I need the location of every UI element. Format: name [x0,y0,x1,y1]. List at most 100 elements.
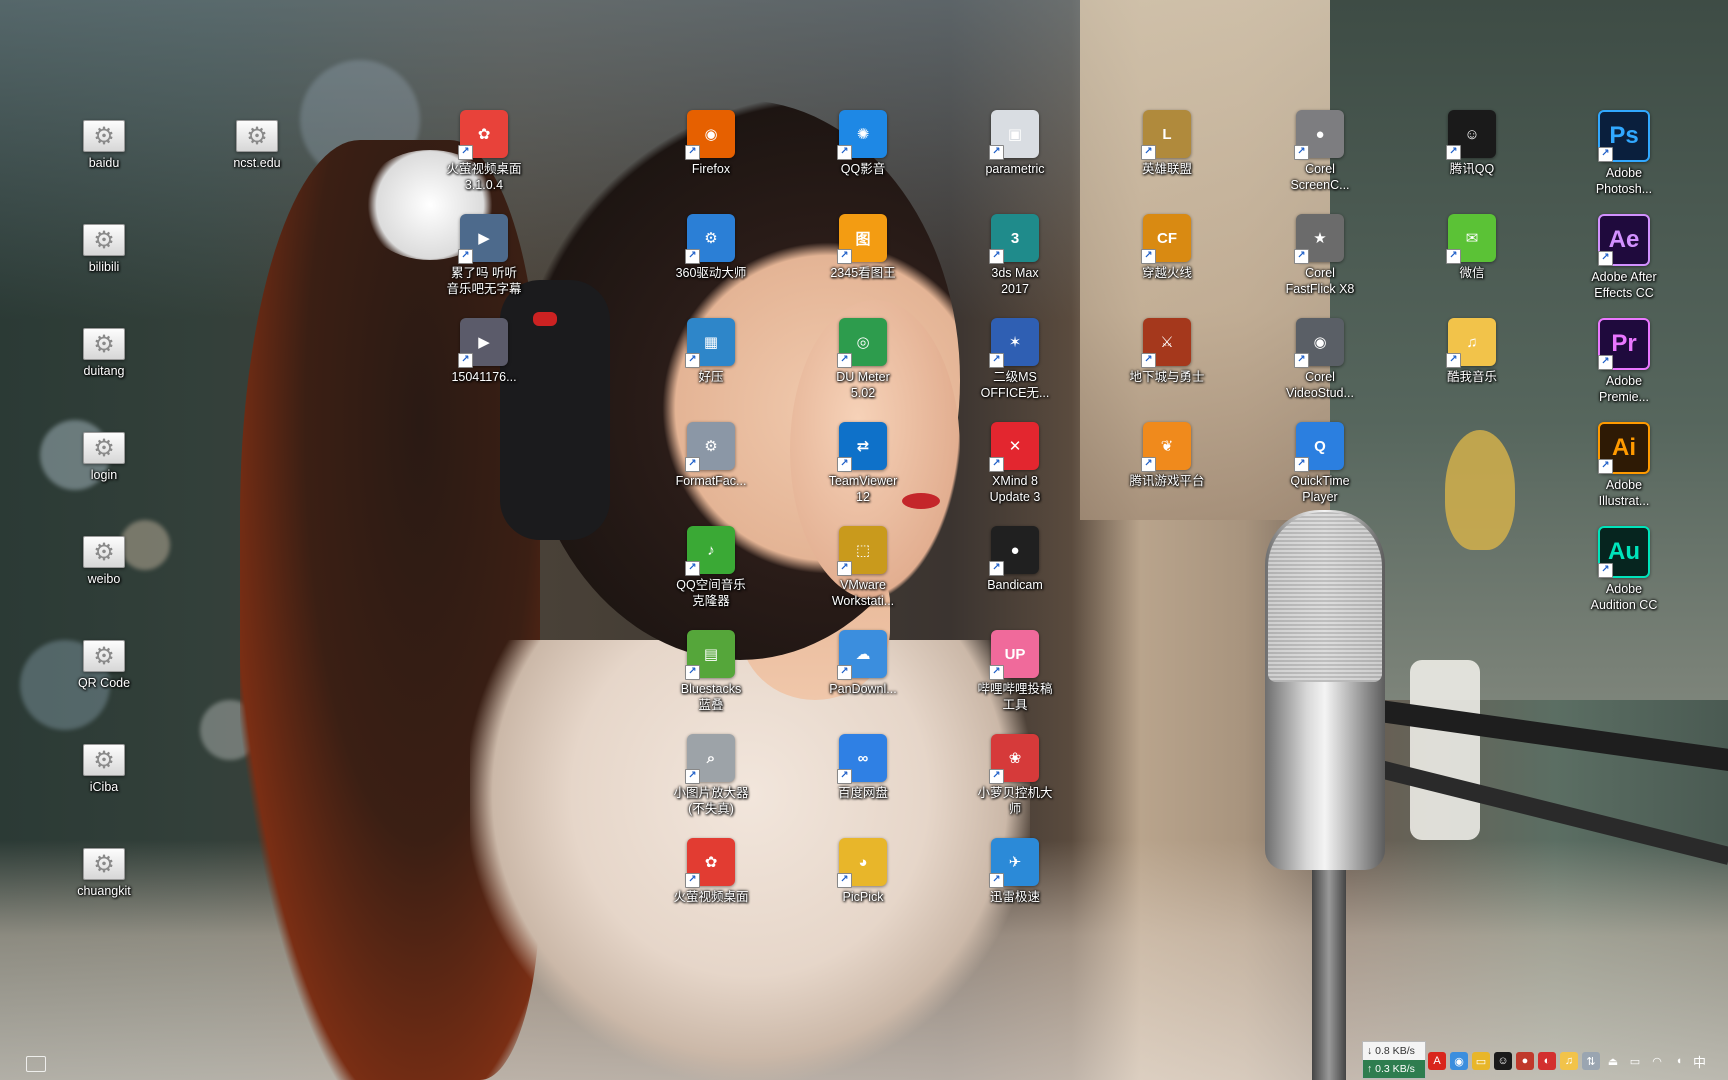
shortcut-arrow-icon: ↗ [685,457,700,472]
corel-videostudio-icon: ◉ ↗ [1294,318,1344,368]
qq-icon: ☺ ↗ [1446,110,1496,160]
desktop-shortcut-label: 迅雷极速 [989,890,1040,904]
desktop-shortcut[interactable]: ⬚ ↗ VMware Workstati... [811,526,915,609]
shortcut-arrow-icon: ↗ [685,249,700,264]
desktop-shortcut[interactable]: Ps ↗ Adobe Photosh... [1572,110,1676,197]
desktop-shortcut[interactable]: Ae ↗ Adobe After Effects CC [1572,214,1676,301]
desktop-shortcut[interactable]: Q ↗ QuickTime Player [1268,422,1372,505]
desktop-shortcut[interactable]: ● ↗ Corel ScreenC... [1268,110,1372,193]
network-speed-meter[interactable]: ↓ 0.8 KB/s ↑ 0.3 KB/s [1362,1041,1426,1079]
wifi-icon[interactable]: ◠ [1648,1052,1666,1070]
quicktime-icon: Q ↗ [1294,422,1344,472]
desktop-shortcut[interactable]: ⚙ QR Code [52,630,156,691]
picpick-icon: ◕ ↗ [837,838,887,888]
desktop-shortcut[interactable]: ❦ ↗ 腾讯游戏平台 [1115,422,1219,489]
desktop-shortcut[interactable]: ♫ ↗ 酷我音乐 [1420,318,1524,385]
desktop-shortcut[interactable]: ✿ ↗ 火萤视频桌面 3.1.0.4 [432,110,536,193]
desktop-shortcut[interactable]: ♪ ↗ QQ空间音乐 克隆器 [659,526,763,609]
desktop-shortcut-label: Adobe Premie... [1598,374,1649,404]
desktop-shortcut[interactable]: ⌕ ↗ 小图片放大器 (不失真) [659,734,763,817]
usb-icon[interactable]: ⏏ [1604,1052,1622,1070]
desktop-shortcut-label: 微信 [1459,266,1485,280]
shortcut-arrow-icon: ↗ [1294,353,1309,368]
desktop-shortcut[interactable]: CF ↗ 穿越火线 [1115,214,1219,281]
netease-music-icon[interactable]: ◐ [1538,1052,1556,1070]
desktop-shortcut[interactable]: ✿ ↗ 火萤视频桌面 [659,838,763,905]
desktop-shortcut[interactable]: ◕ ↗ PicPick [811,838,915,905]
desktop-shortcut[interactable]: ✺ ↗ QQ影音 [811,110,915,177]
input-method-indicator[interactable]: 中 [1693,1052,1706,1071]
desktop-shortcut-label: QQ影音 [840,162,886,176]
task-view-icon[interactable] [26,1056,46,1072]
desktop-shortcut[interactable]: ⚙ ↗ FormatFac... [659,422,763,489]
desktop-shortcut[interactable]: ⚙ chuangkit [52,838,156,899]
desktop-shortcut[interactable]: ▤ ↗ Bluestacks 蓝叠 [659,630,763,713]
shortcut-arrow-icon: ↗ [837,145,852,160]
record-icon[interactable]: ● [1516,1052,1534,1070]
desktop-shortcut[interactable]: ⇄ ↗ TeamViewer 12 [811,422,915,505]
desktop-shortcut[interactable]: ▦ ↗ 好压 [659,318,763,385]
qq-tray-icon[interactable]: ☺ [1494,1052,1512,1070]
desktop-shortcut[interactable]: Pr ↗ Adobe Premie... [1572,318,1676,405]
desktop-shortcut[interactable]: Ai ↗ Adobe Illustrat... [1572,422,1676,509]
shortcut-arrow-icon: ↗ [1141,145,1156,160]
chrome-icon[interactable]: ◉ [1450,1052,1468,1070]
volume-icon[interactable]: ◖ [1670,1052,1688,1070]
desktop-shortcut-label: 2345看图王 [830,266,896,280]
desktop-shortcut[interactable]: ⚙ bilibili [52,214,156,275]
battery-icon[interactable]: ▭ [1626,1052,1644,1070]
desktop-shortcut-label: Corel ScreenC... [1290,162,1350,192]
desktop-shortcut[interactable]: ❀ ↗ 小萝贝控机大 师 [963,734,1067,817]
desktop-shortcut[interactable]: ◉ ↗ Corel VideoStud... [1268,318,1372,401]
shortcut-arrow-icon: ↗ [837,561,852,576]
desktop-shortcut[interactable]: ✶ ↗ 二级MS OFFICE无... [963,318,1067,401]
desktop-shortcut[interactable]: ✕ ↗ XMind 8 Update 3 [963,422,1067,505]
desktop-shortcut[interactable]: ⚙ iCiba [52,734,156,795]
network-flow-icon[interactable]: ⇅ [1582,1052,1600,1070]
desktop-shortcut-label: 腾讯QQ [1449,162,1495,176]
desktop-shortcut[interactable]: ∞ ↗ 百度网盘 [811,734,915,801]
desktop-shortcut[interactable]: ▶ ↗ 15041176... [432,318,536,385]
desktop-shortcut[interactable]: UP ↗ 哔哩哔哩投稿 工具 [963,630,1067,713]
tencent-game-icon: ❦ ↗ [1141,422,1191,472]
desktop-shortcut[interactable]: ✉ ↗ 微信 [1420,214,1524,281]
desktop-shortcut[interactable]: ◉ ↗ Firefox [659,110,763,177]
desktop-shortcut[interactable]: 图 ↗ 2345看图王 [811,214,915,281]
corel-fastflick-icon: ★ ↗ [1294,214,1344,264]
desktop-shortcut[interactable]: ✈ ↗ 迅雷极速 [963,838,1067,905]
desktop-shortcut[interactable]: ⚔ ↗ 地下城与勇士 [1115,318,1219,385]
acrobat-icon[interactable]: A [1428,1052,1446,1070]
desktop-shortcut[interactable]: Au ↗ Adobe Audition CC [1572,526,1676,613]
shortcut-arrow-icon: ↗ [837,769,852,784]
desktop-shortcut-label: parametric [985,162,1045,176]
parametric-icon: ▣ ↗ [989,110,1039,160]
desktop-shortcut-label: login [90,468,118,482]
desktop-shortcut[interactable]: L ↗ 英雄联盟 [1115,110,1219,177]
kuwo-tray-icon[interactable]: ♫ [1560,1052,1578,1070]
desktop-shortcut[interactable]: ⚙ ↗ 360驱动大师 [659,214,763,281]
premiere-icon: Pr ↗ [1598,318,1650,370]
haozip-icon: ▦ ↗ [685,318,735,368]
desktop-shortcut[interactable]: ☁ ↗ PanDownl... [811,630,915,697]
desktop-shortcut-label: QuickTime Player [1290,474,1350,504]
desktop-shortcut[interactable]: ⚙ login [52,422,156,483]
desktop-shortcut-label: VMware Workstati... [831,578,895,608]
desktop-shortcut[interactable]: ◎ ↗ DU Meter 5.02 [811,318,915,401]
desktop-shortcut[interactable]: ★ ↗ Corel FastFlick X8 [1268,214,1372,297]
desktop-shortcut[interactable]: ☺ ↗ 腾讯QQ [1420,110,1524,177]
desktop-shortcut[interactable]: ⚙ weibo [52,526,156,587]
shortcut-arrow-icon: ↗ [1598,251,1613,266]
desktop-shortcut[interactable]: ⚙ baidu [52,110,156,171]
desktop-shortcut[interactable]: ▶ ↗ 累了吗 听听 音乐吧无字幕 [432,214,536,297]
desktop-shortcut-label: Corel VideoStud... [1286,370,1354,400]
qzone-music-icon: ♪ ↗ [685,526,735,576]
desktop-shortcut-label: PicPick [842,890,884,904]
desktop-shortcut[interactable]: ⚙ ncst.edu [205,110,309,171]
desktop-shortcut[interactable]: ● ↗ Bandicam [963,526,1067,593]
desktop-shortcut[interactable]: 3 ↗ 3ds Max 2017 [963,214,1067,297]
folder-icon[interactable]: ▭ [1472,1052,1490,1070]
desktop-shortcut[interactable]: ⚙ duitang [52,318,156,379]
desktop-shortcut[interactable]: ▣ ↗ parametric [963,110,1067,177]
shortcut-arrow-icon: ↗ [1598,563,1613,578]
shortcut-arrow-icon: ↗ [1446,249,1461,264]
